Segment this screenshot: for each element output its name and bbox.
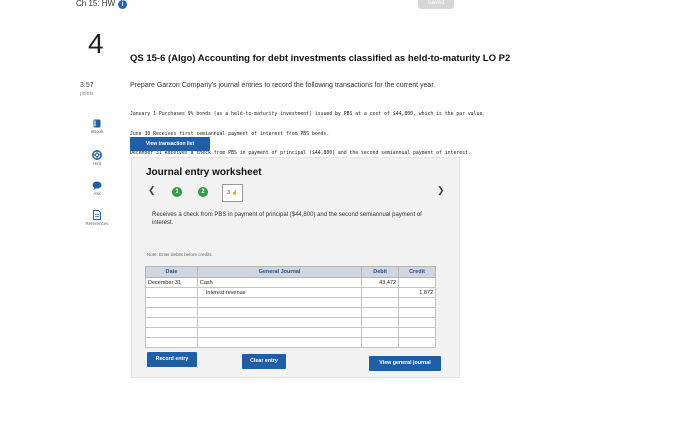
assignment-title: Ch 15: HW xyxy=(76,0,116,8)
chevron-right-icon[interactable]: ❯ xyxy=(437,185,445,196)
column-header-credit: Credit xyxy=(398,266,436,278)
question-number: 4 xyxy=(88,28,104,59)
table-row xyxy=(145,337,436,348)
table-row xyxy=(145,297,436,308)
table-row xyxy=(145,327,436,338)
debit-cell[interactable]: 43,472 xyxy=(361,277,400,288)
account-cell[interactable] xyxy=(196,337,363,348)
debit-cell[interactable] xyxy=(361,297,400,308)
view-transaction-list-button[interactable]: View transaction list xyxy=(130,137,210,151)
points-label: points xyxy=(80,91,94,97)
points-display: 3.57 points xyxy=(80,82,94,98)
transaction-list: January 1 Purchases 9% bonds (as a held-… xyxy=(130,99,485,164)
book-icon xyxy=(93,119,101,128)
account-cell[interactable] xyxy=(196,297,363,308)
table-row: December 31 Cash 43,472 xyxy=(145,277,436,288)
ebook-button[interactable]: eBook xyxy=(82,119,112,134)
entry-description: Receives a check from PBS in payment of … xyxy=(152,212,422,226)
column-header-general-journal: General Journal xyxy=(196,266,363,278)
debit-cell[interactable] xyxy=(361,337,400,348)
debit-cell[interactable] xyxy=(361,317,400,328)
ask-label: Ask xyxy=(93,191,101,196)
column-header-debit: Debit xyxy=(361,266,400,278)
account-cell[interactable] xyxy=(196,317,363,328)
column-header-date: Date xyxy=(145,266,198,278)
chevron-left-icon[interactable]: ❮ xyxy=(148,185,156,196)
saved-indicator: Saved xyxy=(418,0,454,9)
table-row: Interest revenue 1,872 xyxy=(145,287,436,298)
question-instructions: Prepare Garzon Company's journal entries… xyxy=(130,82,436,89)
question-title: QS 15-6 (Algo) Accounting for debt inves… xyxy=(130,53,511,64)
step-3-button[interactable]: 3 ☝ xyxy=(222,184,243,202)
credit-cell[interactable] xyxy=(398,337,436,348)
debit-cell[interactable] xyxy=(361,287,400,298)
journal-table: Date General Journal Debit Credit Decemb… xyxy=(145,266,436,348)
document-icon xyxy=(93,210,101,220)
account-cell[interactable] xyxy=(196,327,363,338)
date-cell[interactable] xyxy=(145,337,198,348)
date-cell[interactable] xyxy=(145,297,198,308)
credit-cell[interactable]: 1,872 xyxy=(398,287,436,298)
account-cell[interactable]: Interest revenue xyxy=(196,287,363,298)
table-row xyxy=(145,307,436,318)
credit-cell[interactable] xyxy=(398,277,436,288)
hand-cursor-icon: ☝ xyxy=(231,190,238,196)
step-1-button[interactable]: 1 xyxy=(172,187,182,197)
hint-button[interactable]: Hint xyxy=(82,150,112,166)
date-cell[interactable] xyxy=(145,317,198,328)
ebook-label: eBook xyxy=(90,129,104,134)
record-entry-button[interactable]: Record entry xyxy=(147,352,197,367)
points-value: 3.57 xyxy=(80,82,94,89)
top-bar: Ch 15: HW i Saved xyxy=(0,0,700,12)
step-3-label: 3 xyxy=(227,190,231,196)
table-row xyxy=(145,317,436,328)
worksheet-title: Journal entry worksheet xyxy=(146,167,262,178)
debit-cell[interactable] xyxy=(361,307,400,318)
date-cell[interactable] xyxy=(145,327,198,338)
credit-cell[interactable] xyxy=(398,317,436,328)
ask-button[interactable]: Ask xyxy=(82,181,112,196)
account-cell[interactable]: Cash xyxy=(196,277,363,288)
chat-bubble-icon xyxy=(92,181,102,190)
transaction-item: January 1 Purchases 9% bonds (as a held-… xyxy=(130,112,486,117)
credit-cell[interactable] xyxy=(398,307,436,318)
date-cell[interactable] xyxy=(145,307,198,318)
clear-entry-button[interactable]: Clear entry xyxy=(242,354,286,369)
date-cell[interactable]: December 31 xyxy=(145,277,198,288)
view-general-journal-button[interactable]: View general journal xyxy=(369,356,441,371)
credit-cell[interactable] xyxy=(398,297,436,308)
step-2-button[interactable]: 2 xyxy=(198,187,208,197)
credit-cell[interactable] xyxy=(398,327,436,338)
references-button[interactable]: References xyxy=(82,210,112,226)
info-icon[interactable]: i xyxy=(118,0,127,9)
hint-label: Hint xyxy=(92,161,101,166)
entry-note: Note: Enter debits before credits. xyxy=(147,252,213,257)
debit-cell[interactable] xyxy=(361,327,400,338)
lifebuoy-icon xyxy=(92,150,102,160)
date-cell[interactable] xyxy=(145,287,198,298)
journal-header-row: Date General Journal Debit Credit xyxy=(145,266,436,278)
account-cell[interactable] xyxy=(196,307,363,318)
references-label: References xyxy=(85,221,109,226)
